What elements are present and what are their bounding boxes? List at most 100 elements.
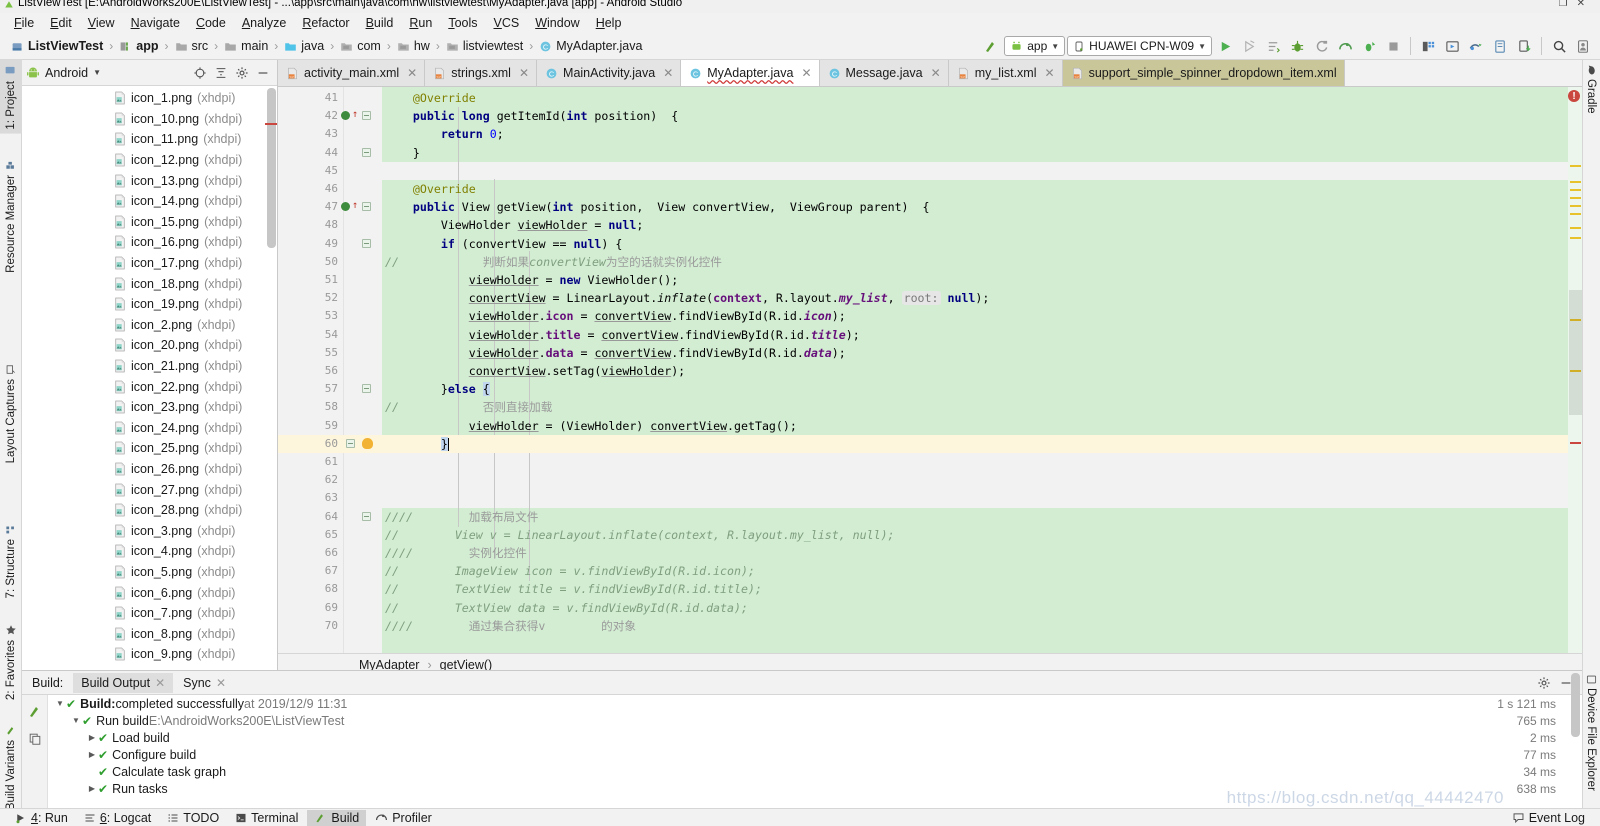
code-line-58[interactable]: 58 // 否则直接加载 — [278, 398, 1582, 416]
event-log-button[interactable]: Event Log — [1505, 810, 1592, 826]
editor-tab-message-java[interactable]: C Message.java ✕ — [819, 60, 949, 86]
status-button-todo[interactable]: TODO — [160, 810, 226, 826]
right-tab-gradle[interactable]: Gradle — [1582, 60, 1600, 118]
code-line-62[interactable]: 62 — [278, 471, 1582, 489]
tree-file-icon_4-png[interactable]: icon_4.png (xhdpi) — [22, 541, 277, 562]
code-line-46[interactable]: 46 @Override — [278, 180, 1582, 198]
tree-file-icon_10-png[interactable]: icon_10.png (xhdpi) — [22, 109, 277, 130]
apply-code-changes-button[interactable] — [1262, 35, 1284, 57]
tree-file-icon_20-png[interactable]: icon_20.png (xhdpi) — [22, 335, 277, 356]
maximize-button[interactable]: ❐ — [1559, 0, 1577, 9]
build-output-row[interactable]: ▶ ✔ Run tasks 638 ms — [48, 780, 1582, 797]
tree-file-icon_12-png[interactable]: icon_12.png (xhdpi) — [22, 150, 277, 171]
sidebar-tab-resource-manager[interactable]: Resource Manager — [0, 156, 22, 277]
tree-file-icon_7-png[interactable]: icon_7.png (xhdpi) — [22, 603, 277, 624]
warning-marker[interactable] — [1570, 205, 1581, 207]
fold-toggle-icon[interactable] — [362, 111, 371, 121]
layout-inspector-button[interactable] — [1489, 35, 1511, 57]
menu-item-vcs[interactable]: VCS — [486, 14, 528, 32]
run-with-coverage-button[interactable] — [1358, 35, 1380, 57]
code-line-65[interactable]: 65 // View v = LinearLayout.inflate(conte… — [278, 526, 1582, 544]
code-line-60[interactable]: 60 } — [278, 434, 1582, 453]
build-hammer-button[interactable] — [980, 35, 1002, 57]
tree-file-icon_19-png[interactable]: icon_19.png (xhdpi) — [22, 294, 277, 315]
status-button-terminal[interactable]: Terminal — [228, 810, 305, 826]
breadcrumb-item-app[interactable]: app — [116, 38, 161, 54]
device-selector[interactable]: HUAWEI CPN-W09 ▼ — [1067, 36, 1212, 56]
sidebar-tab-7--structure[interactable]: 7: Structure — [0, 520, 22, 602]
code-line-45[interactable]: 45 — [278, 162, 1582, 180]
avd-manager-button[interactable] — [1441, 35, 1463, 57]
breadcrumb-item-java[interactable]: java — [281, 38, 327, 54]
fold-toggle-icon[interactable] — [362, 238, 371, 248]
tree-file-icon_9-png[interactable]: icon_9.png (xhdpi) — [22, 644, 277, 665]
debug-button[interactable] — [1286, 35, 1308, 57]
menu-item-tools[interactable]: Tools — [440, 14, 485, 32]
close-icon[interactable]: ✕ — [216, 676, 226, 690]
fold-toggle-icon[interactable] — [362, 147, 371, 157]
editor-tab-strings-xml[interactable]: <> strings.xml ✕ — [425, 60, 538, 86]
code-line-50[interactable]: 50 // 判断如果convertView为空的话就实例化控件 — [278, 253, 1582, 271]
override-marker-icon[interactable]: ↑ — [352, 201, 358, 211]
editor-tab-mainactivity-java[interactable]: C MainActivity.java ✕ — [537, 60, 682, 86]
sidebar-tab-2--favorites[interactable]: 2: Favorites — [0, 620, 22, 704]
status-button-profiler[interactable]: Profiler — [368, 810, 439, 826]
tree-file-icon_26-png[interactable]: icon_26.png (xhdpi) — [22, 459, 277, 480]
tree-file-icon_17-png[interactable]: icon_17.png (xhdpi) — [22, 253, 277, 274]
menu-item-code[interactable]: Code — [188, 14, 234, 32]
code-line-51[interactable]: 51 viewHolder = new ViewHolder(); — [278, 271, 1582, 289]
hide-panel-button[interactable] — [253, 63, 273, 83]
sdk-manager-button[interactable] — [1417, 35, 1439, 57]
rerun-build-button[interactable] — [23, 699, 47, 723]
close-icon[interactable]: ✕ — [519, 66, 529, 80]
stop-button[interactable] — [1382, 35, 1404, 57]
menu-item-navigate[interactable]: Navigate — [123, 14, 188, 32]
status-button-6--logcat[interactable]: 6: Logcat — [77, 810, 158, 826]
close-icon[interactable]: ✕ — [931, 66, 941, 80]
fold-toggle-icon[interactable] — [362, 384, 371, 394]
override-marker-icon[interactable]: ↑ — [352, 110, 358, 120]
error-count-badge[interactable]: ! — [1568, 90, 1580, 102]
collapsed-arrow-icon[interactable]: ▶ — [86, 784, 98, 793]
breadcrumb-item-myadapter-java[interactable]: C MyAdapter.java — [536, 38, 645, 54]
tree-file-icon_6-png[interactable]: icon_6.png (xhdpi) — [22, 582, 277, 603]
build-output-row[interactable]: ▼ ✔ Build: completed successfully at 2019/… — [48, 695, 1582, 712]
gear-icon[interactable] — [1534, 673, 1554, 693]
sidebar-tab-layout-captures[interactable]: Layout Captures — [0, 360, 22, 467]
breakpoint-icon[interactable] — [341, 202, 350, 212]
apply-changes-button[interactable] — [1238, 35, 1260, 57]
code-line-57[interactable]: 57 }else { — [278, 380, 1582, 398]
select-opened-file-button[interactable] — [190, 63, 210, 83]
code-line-63[interactable]: 63 — [278, 489, 1582, 507]
fold-toggle-icon[interactable] — [362, 202, 371, 212]
copy-icon[interactable] — [23, 727, 47, 751]
code-line-69[interactable]: 69 // TextView data = v.findViewById(R.id… — [278, 599, 1582, 617]
search-icon[interactable] — [1548, 35, 1570, 57]
editor-tab-my-list-xml[interactable]: <> my_list.xml ✕ — [948, 60, 1063, 86]
tree-file-icon_13-png[interactable]: icon_13.png (xhdpi) — [22, 170, 277, 191]
tree-file-icon_24-png[interactable]: icon_24.png (xhdpi) — [22, 418, 277, 439]
close-button[interactable]: ✕ — [1577, 0, 1594, 9]
warning-marker[interactable] — [1570, 237, 1581, 239]
code-line-67[interactable]: 67 // ImageView icon = v.findViewById(R.i… — [278, 562, 1582, 580]
tree-file-icon_1-png[interactable]: icon_1.png (xhdpi) — [22, 88, 277, 109]
code-line-41[interactable]: 41 @Override — [278, 89, 1582, 107]
code-line-70[interactable]: 70 //// 通过集合获得v 的对象 — [278, 617, 1582, 635]
tree-file-icon_11-png[interactable]: icon_11.png (xhdpi) — [22, 129, 277, 150]
build-tab-build-output[interactable]: Build Output ✕ — [73, 672, 174, 693]
code-line-49[interactable]: 49 if (convertView == null) { — [278, 235, 1582, 253]
close-icon[interactable]: ✕ — [1045, 66, 1055, 80]
run-configuration-selector[interactable]: app ▼ — [1004, 36, 1066, 56]
device-download-button[interactable] — [1513, 35, 1535, 57]
tree-file-icon_22-png[interactable]: icon_22.png (xhdpi) — [22, 376, 277, 397]
close-icon[interactable]: ✕ — [801, 66, 811, 80]
menu-item-help[interactable]: Help — [588, 14, 630, 32]
breakpoint-icon[interactable] — [341, 111, 350, 121]
menu-item-build[interactable]: Build — [358, 14, 402, 32]
code-line-56[interactable]: 56 convertView.setTag(viewHolder); — [278, 362, 1582, 380]
code-line-43[interactable]: 43 return 0; — [278, 125, 1582, 143]
menu-item-analyze[interactable]: Analyze — [234, 14, 294, 32]
warning-marker[interactable] — [1570, 213, 1581, 215]
warning-marker[interactable] — [1570, 165, 1581, 167]
intention-bulb-icon[interactable] — [362, 437, 373, 449]
